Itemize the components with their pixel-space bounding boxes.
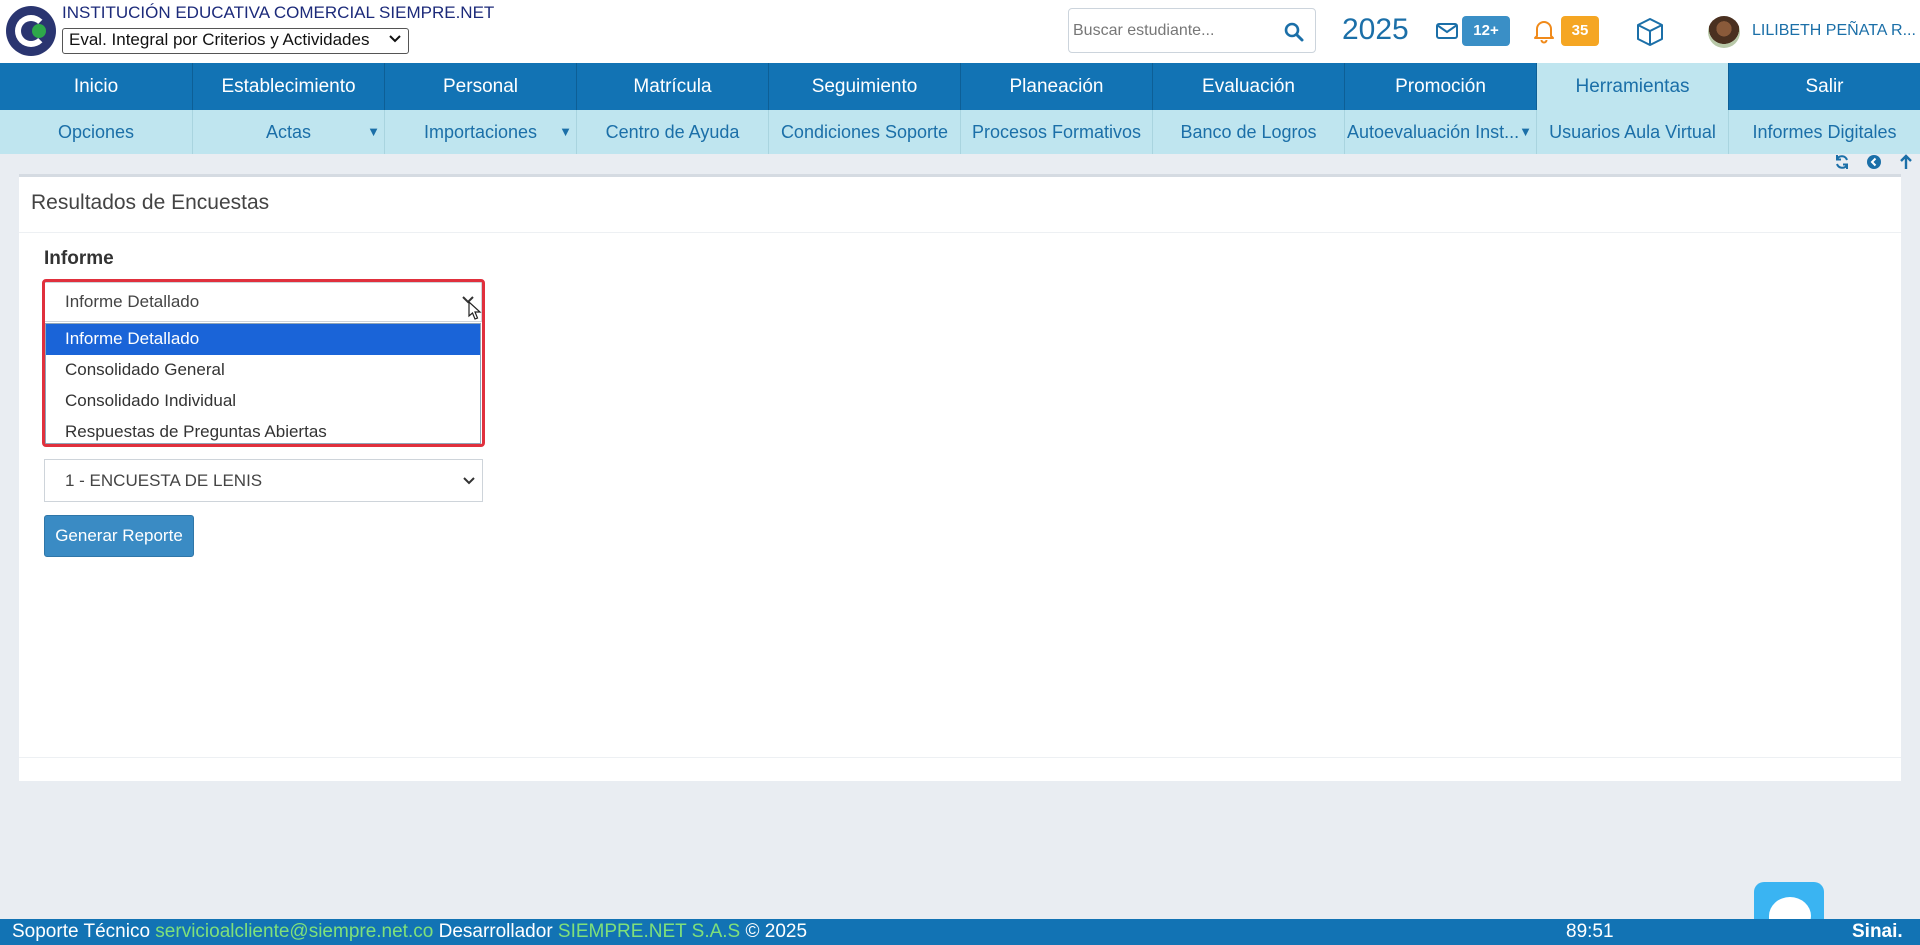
informe-option[interactable]: Consolidado Individual xyxy=(46,386,480,417)
subnav-label: Importaciones xyxy=(423,122,538,142)
academic-year[interactable]: 2025 xyxy=(1342,13,1409,47)
evaluation-type-select[interactable]: Eval. Integral por Criterios y Actividad… xyxy=(62,28,409,54)
subnav-label: Centro de Ayuda xyxy=(605,122,740,142)
subnav-actas[interactable]: Actas ▼ xyxy=(193,110,385,154)
user-name[interactable]: LILIBETH PEÑATA R... xyxy=(1752,22,1916,40)
nav-promocion[interactable]: Promoción xyxy=(1345,63,1537,110)
encuesta-select[interactable]: 1 - ENCUESTA DE LENIS xyxy=(44,459,483,502)
informe-option[interactable]: Respuestas de Preguntas Abiertas xyxy=(46,417,480,448)
footer-credits: Soporte Técnico servicioalcliente@siempr… xyxy=(12,919,807,945)
mouse-cursor-icon xyxy=(468,300,482,321)
subnav-informes-digitales[interactable]: Informes Digitales xyxy=(1729,110,1920,154)
subnav-label: Usuarios Aula Virtual xyxy=(1549,122,1716,142)
survey-results-panel: Resultados de Encuestas Informe Informe … xyxy=(19,174,1901,781)
nav-establecimiento[interactable]: Establecimiento xyxy=(193,63,385,110)
encuesta-select-value: 1 - ENCUESTA DE LENIS xyxy=(65,471,263,490)
mail-icon[interactable] xyxy=(1435,19,1459,43)
subnav-label: Banco de Logros xyxy=(1180,122,1317,142)
notifications-badge[interactable]: 35 xyxy=(1561,16,1599,46)
evaluation-type-value: Eval. Integral por Criterios y Actividad… xyxy=(69,30,370,49)
informe-select[interactable]: Informe Detallado xyxy=(44,282,482,322)
subnav-opciones[interactable]: Opciones xyxy=(0,110,193,154)
refresh-icon[interactable] xyxy=(1832,154,1852,174)
informe-option[interactable]: Informe Detallado xyxy=(46,324,480,355)
messages-badge[interactable]: 12+ xyxy=(1462,16,1510,46)
subnav-label: Opciones xyxy=(57,122,135,142)
subnav-label: Condiciones Soporte xyxy=(780,122,949,142)
divider xyxy=(19,232,1901,233)
main-navigation: Inicio Establecimiento Personal Matrícul… xyxy=(0,63,1920,110)
informe-option[interactable]: Consolidado General xyxy=(46,355,480,386)
page-title: Resultados de Encuestas xyxy=(31,191,270,214)
institution-logo[interactable] xyxy=(6,6,56,56)
user-avatar[interactable] xyxy=(1708,16,1740,48)
bell-icon[interactable] xyxy=(1532,18,1556,44)
footer-bar: Soporte Técnico servicioalcliente@siempr… xyxy=(0,919,1920,945)
subnav-centro-ayuda[interactable]: Centro de Ayuda xyxy=(577,110,769,154)
nav-herramientas[interactable]: Herramientas xyxy=(1537,63,1729,110)
developer-link[interactable]: SIEMPRE.NET S.A.S xyxy=(558,921,740,942)
chevron-down-icon xyxy=(462,472,476,486)
support-label: Soporte Técnico xyxy=(12,921,151,942)
developer-label: Desarrollador xyxy=(438,921,553,942)
copyright: © 2025 xyxy=(745,921,808,942)
nav-inicio[interactable]: Inicio xyxy=(0,63,193,110)
subnav-label: Actas xyxy=(265,122,312,142)
nav-evaluacion[interactable]: Evaluación xyxy=(1153,63,1345,110)
generate-report-button[interactable]: Generar Reporte xyxy=(44,515,194,557)
student-search-input[interactable] xyxy=(1073,19,1273,43)
arrow-up-icon[interactable] xyxy=(1896,154,1916,174)
back-icon[interactable] xyxy=(1864,154,1884,174)
caret-down-icon: ▼ xyxy=(1519,124,1532,139)
divider xyxy=(19,757,1901,758)
nav-personal[interactable]: Personal xyxy=(385,63,577,110)
subnav-banco-logros[interactable]: Banco de Logros xyxy=(1153,110,1345,154)
search-icon[interactable] xyxy=(1283,21,1305,43)
nav-salir[interactable]: Salir xyxy=(1729,63,1920,110)
chevron-down-icon xyxy=(388,31,402,48)
institution-name: INSTITUCIÓN EDUCATIVA COMERCIAL SIEMPRE.… xyxy=(62,3,495,22)
caret-down-icon: ▼ xyxy=(367,124,380,139)
cube-icon[interactable] xyxy=(1634,16,1666,48)
subnav-label: Informes Digitales xyxy=(1752,122,1897,142)
informe-select-value: Informe Detallado xyxy=(65,292,200,311)
nav-matricula[interactable]: Matrícula xyxy=(577,63,769,110)
subnav-usuarios-aula[interactable]: Usuarios Aula Virtual xyxy=(1537,110,1729,154)
top-header: INSTITUCIÓN EDUCATIVA COMERCIAL SIEMPRE.… xyxy=(0,0,1920,63)
informe-label: Informe xyxy=(44,248,114,269)
sub-navigation: Opciones Actas ▼ Importaciones ▼ Centro de… xyxy=(0,110,1920,154)
subnav-label: Procesos Formativos xyxy=(971,122,1142,142)
session-timer: 89:51 xyxy=(1566,921,1614,942)
informe-dropdown-list: Informe Detallado Consolidado General Co… xyxy=(45,323,481,444)
nav-planeacion[interactable]: Planeación xyxy=(961,63,1153,110)
support-email-link[interactable]: servicioalcliente@siempre.net.co xyxy=(155,921,433,942)
subnav-importaciones[interactable]: Importaciones ▼ xyxy=(385,110,577,154)
subnav-condiciones-soporte[interactable]: Condiciones Soporte xyxy=(769,110,961,154)
brand-logo: Sinai. xyxy=(1852,921,1903,942)
student-search xyxy=(1068,8,1316,53)
nav-seguimiento[interactable]: Seguimiento xyxy=(769,63,961,110)
subnav-label: Autoevaluación Inst... xyxy=(1347,122,1520,142)
subnav-procesos-formativos[interactable]: Procesos Formativos xyxy=(961,110,1153,154)
caret-down-icon: ▼ xyxy=(559,124,572,139)
subnav-autoevaluacion[interactable]: Autoevaluación Inst... ▼ xyxy=(1345,110,1537,154)
panel-tools xyxy=(1826,154,1920,174)
